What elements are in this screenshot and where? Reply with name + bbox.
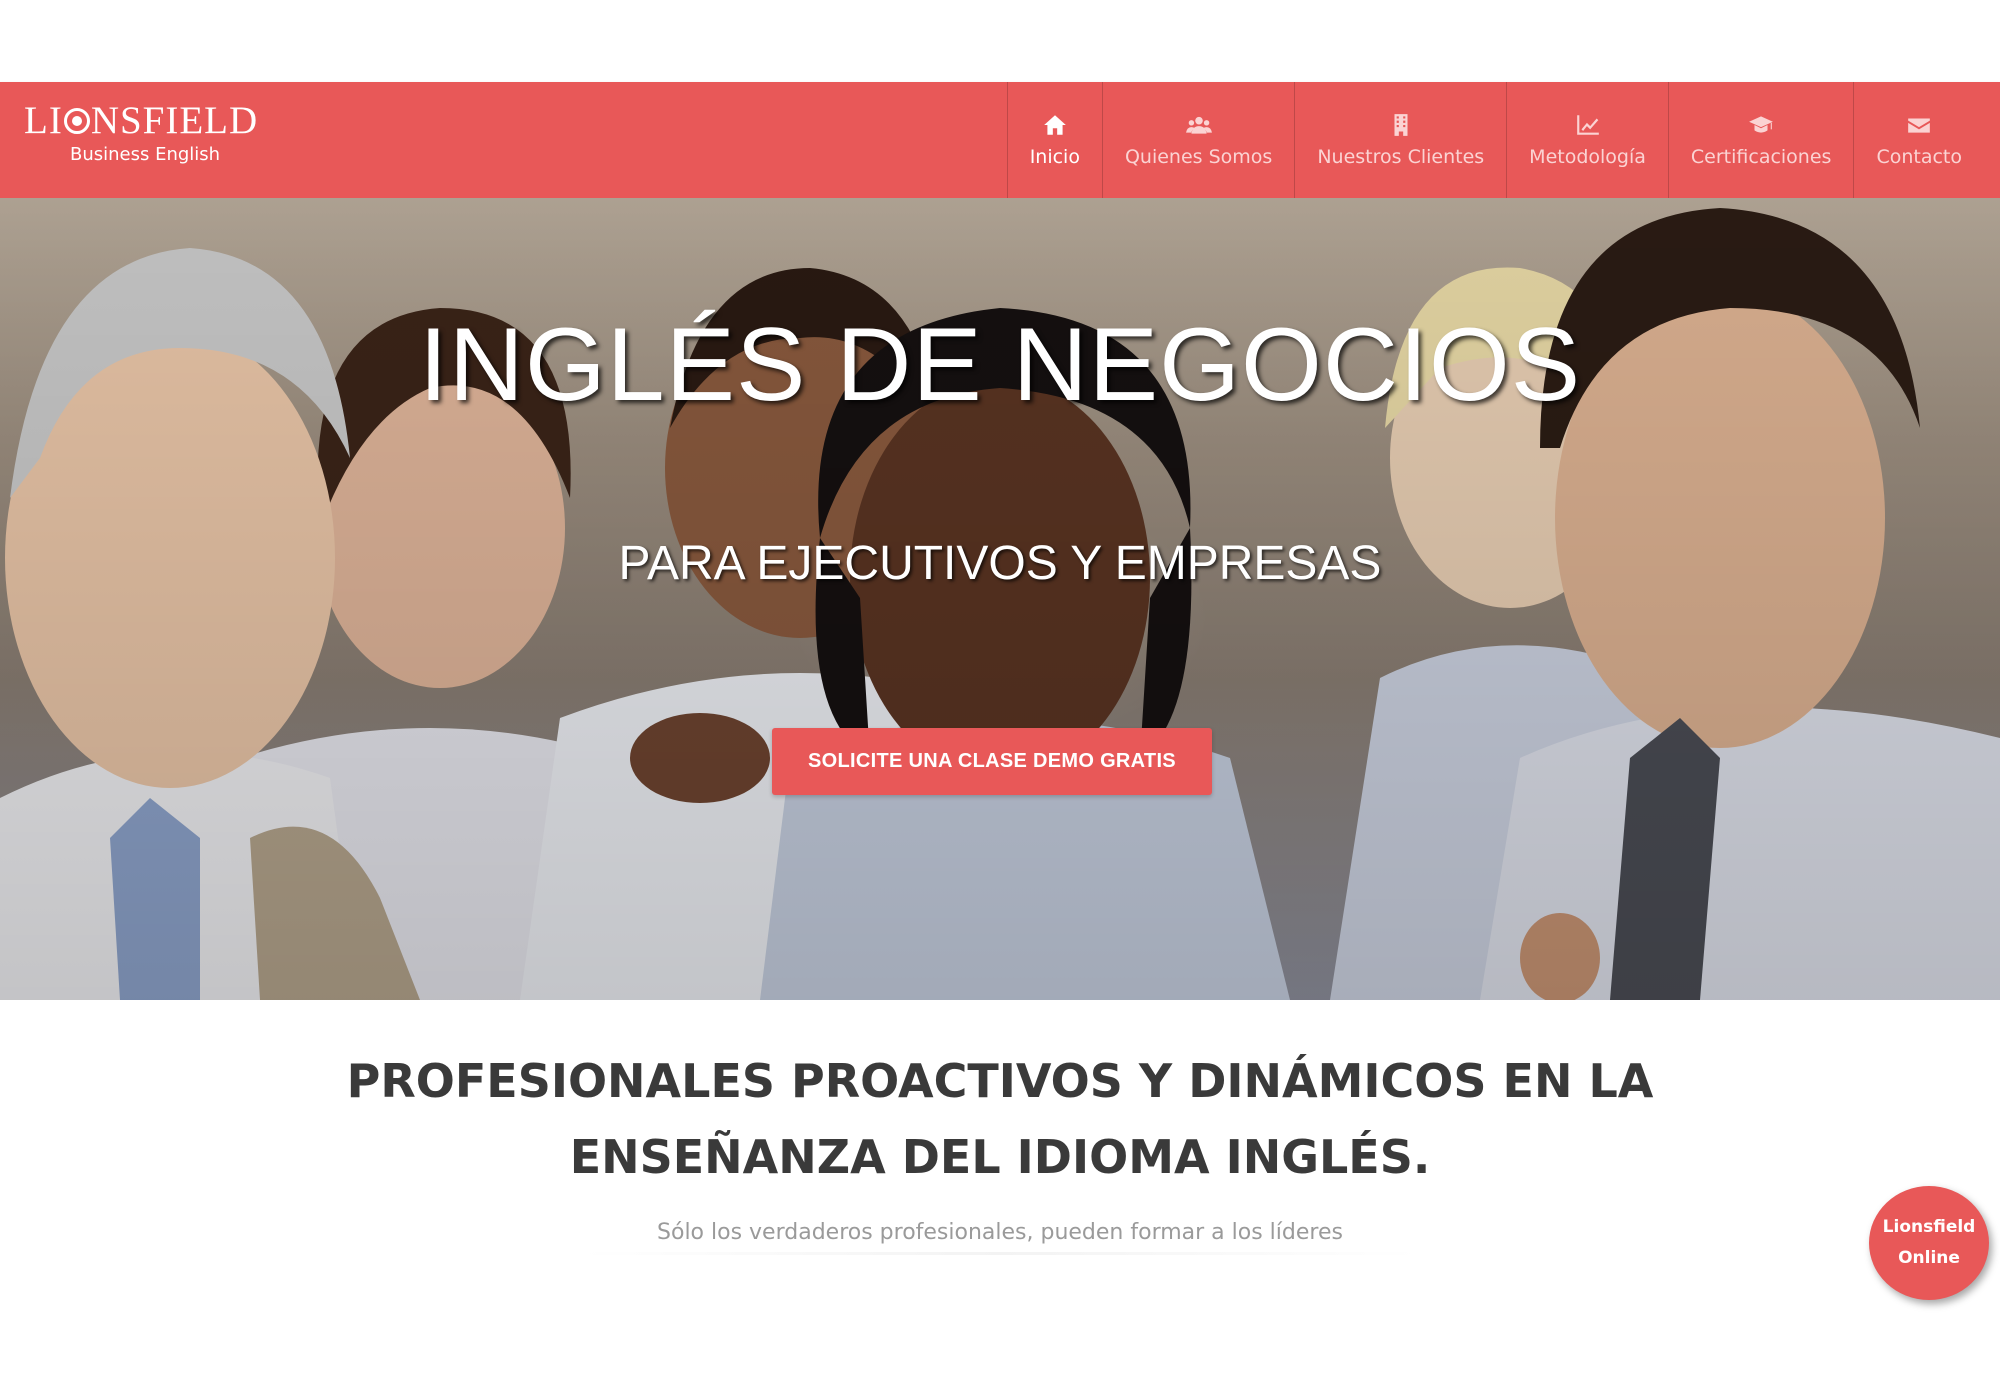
building-icon <box>1388 112 1414 138</box>
graduation-cap-icon <box>1748 112 1774 138</box>
main-nav: Inicio Quienes Somos Nuestros Clientes M… <box>1006 82 1984 198</box>
nav-label: Nuestros Clientes <box>1317 146 1485 168</box>
nav-label: Metodología <box>1529 146 1646 168</box>
request-demo-button[interactable]: SOLICITE UNA CLASE DEMO GRATIS <box>772 728 1212 795</box>
nav-label: Certificaciones <box>1690 146 1832 168</box>
nav-item-quienes-somos[interactable]: Quienes Somos <box>1101 82 1294 198</box>
lionsfield-logo[interactable]: LI NSFIELD Business English <box>24 100 258 166</box>
nav-item-certificaciones[interactable]: Certificaciones <box>1667 82 1854 198</box>
nav-label: Quienes Somos <box>1124 146 1273 168</box>
nav-item-nuestros-clientes[interactable]: Nuestros Clientes <box>1294 82 1506 198</box>
logo-wordmark: LI NSFIELD <box>24 100 258 142</box>
logo-subtitle: Business English <box>70 144 221 165</box>
hero-title: INGLÉS DE NEGOCIOS <box>418 307 1582 423</box>
hero-subtitle: PARA EJECUTIVOS Y EMPRESAS <box>618 537 1382 590</box>
section-headline: PROFESIONALES PROACTIVOS Y DINÁMICOS EN … <box>0 1043 2000 1195</box>
nav-item-contacto[interactable]: Contacto <box>1853 82 1984 198</box>
logo-text-pre: LI <box>24 99 63 142</box>
top-navbar: LI NSFIELD Business English Inicio Quien… <box>0 82 2000 198</box>
nav-label: Contacto <box>1876 146 1962 168</box>
home-icon <box>1042 112 1068 138</box>
badge-line-1: Lionsfield <box>1882 1217 1976 1237</box>
section-tagline: Sólo los verdaderos profesionales, puede… <box>657 1220 1343 1245</box>
nav-item-metodologia[interactable]: Metodología <box>1506 82 1668 198</box>
logo-text-post: NSFIELD <box>90 99 259 142</box>
hero-banner: INGLÉS DE NEGOCIOS PARA EJECUTIVOS Y EMP… <box>0 198 2000 1000</box>
chart-icon <box>1575 112 1601 138</box>
nav-label: Inicio <box>1029 146 1080 168</box>
tagline-divider <box>580 1252 1420 1255</box>
users-icon <box>1185 112 1212 138</box>
badge-line-2: Online <box>1898 1248 1960 1268</box>
nav-item-inicio[interactable]: Inicio <box>1006 82 1102 198</box>
lion-emblem-icon <box>63 108 90 134</box>
headline-line-2: ENSEÑANZA DEL IDIOMA INGLÉS. <box>569 1130 1431 1184</box>
lionsfield-online-button[interactable]: Lionsfield Online <box>1869 1186 1989 1300</box>
headline-line-1: PROFESIONALES PROACTIVOS Y DINÁMICOS EN … <box>346 1054 1654 1108</box>
envelope-icon <box>1906 112 1932 138</box>
